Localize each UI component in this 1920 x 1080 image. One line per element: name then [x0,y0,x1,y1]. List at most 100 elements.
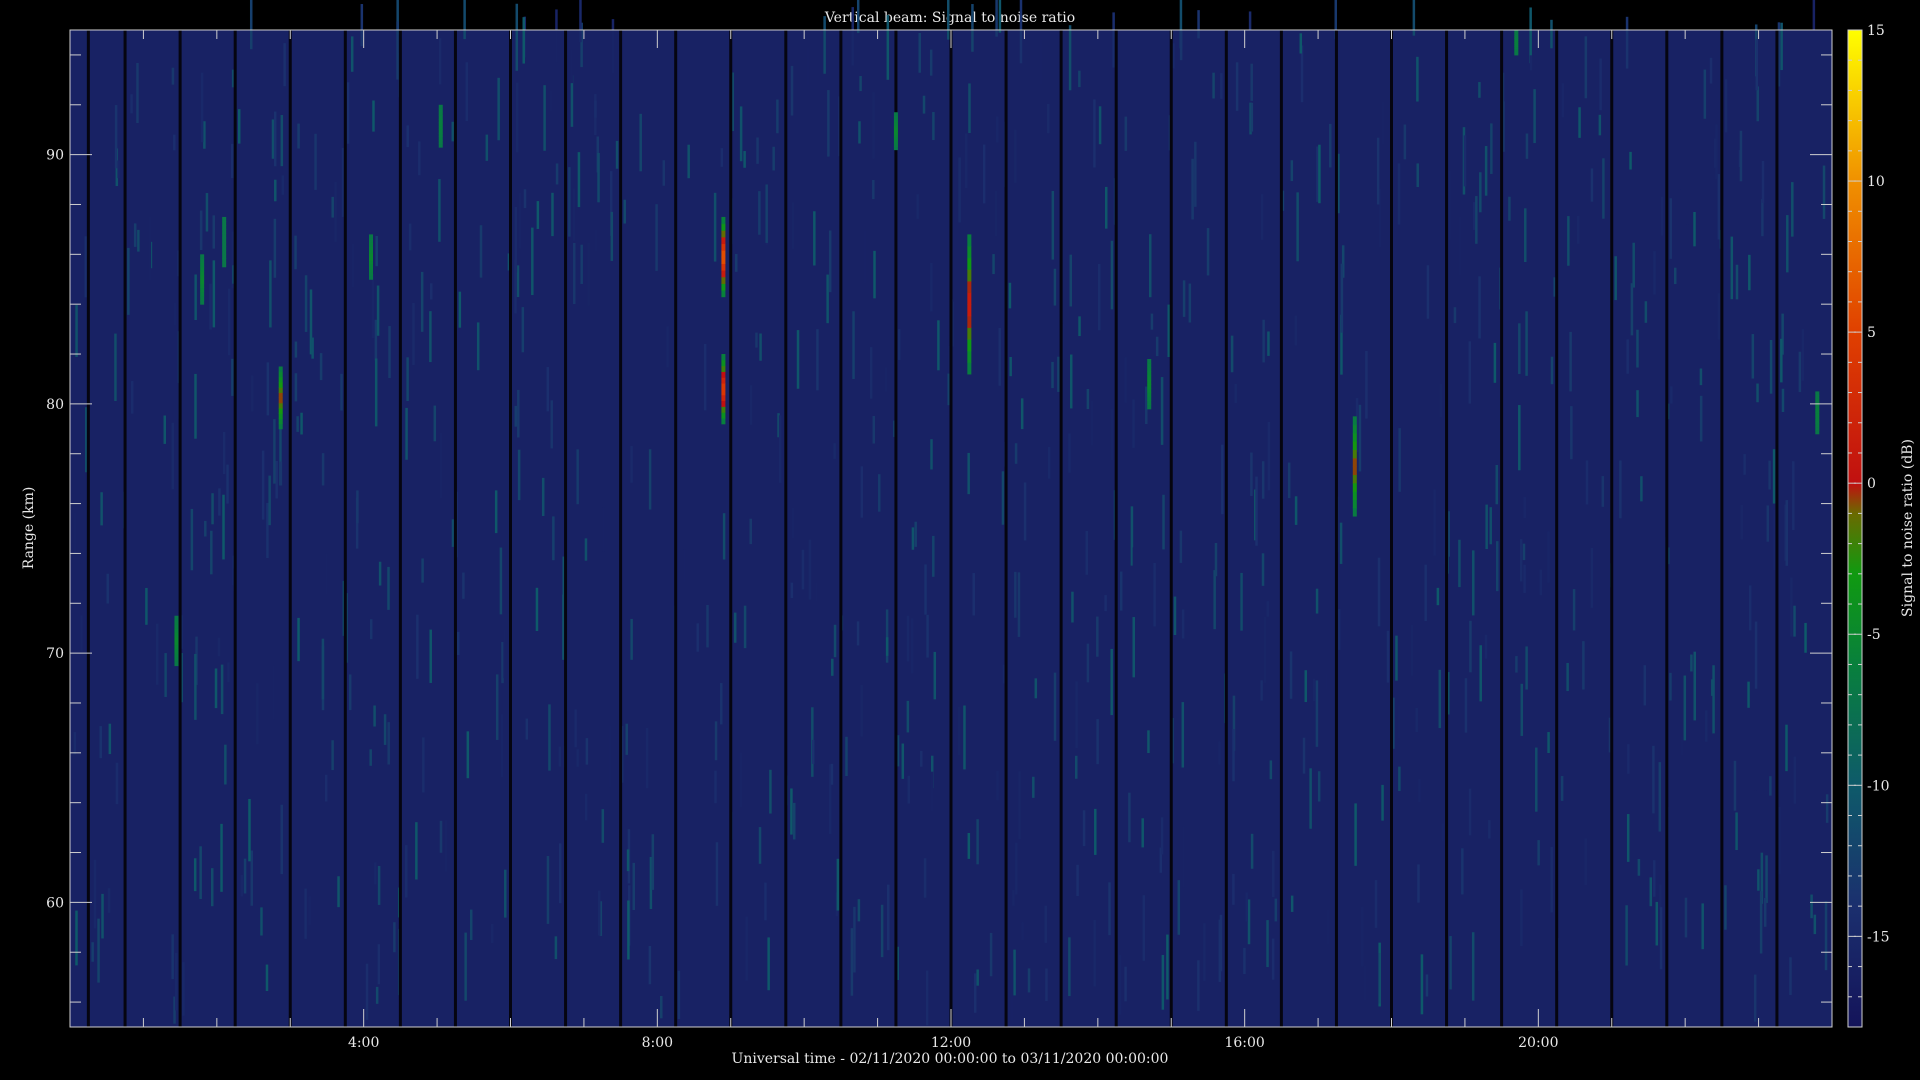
echo-cell [174,632,179,638]
noise-cell [1801,329,1805,381]
noise-cell [1076,864,1079,897]
noise-cell [755,332,758,348]
noise-cell [280,115,284,167]
echo-cell [1815,416,1820,421]
echo-cell [200,275,205,280]
noise-cell [851,7,854,66]
echo-cell [200,266,205,272]
noise-cell [971,4,974,52]
noise-cell [1263,616,1267,683]
noise-cell [863,230,867,284]
noise-cell [833,624,837,658]
noise-cell [1212,72,1215,99]
noise-cell [237,109,241,144]
echo-cell [721,400,726,407]
noise-cell [1550,356,1554,385]
noise-cell [523,189,527,209]
noise-cell [406,125,409,148]
noise-cell [857,899,861,922]
echo-cell [967,292,972,305]
noise-cell [1525,133,1529,159]
echo-cell [893,130,898,135]
noise-cell [546,856,550,924]
echo-cell [369,253,374,258]
noise-cell [615,140,619,169]
noise-cell [240,874,244,897]
noise-cell [1626,339,1629,374]
echo-mark [967,234,972,375]
noise-cell [715,842,719,906]
noise-cell [1012,890,1015,906]
noise-cell [1017,572,1021,637]
noise-cell [703,343,707,411]
echo-cell [1352,466,1357,475]
echo-cell [893,137,898,141]
echo-cell [200,270,205,276]
noise-cell [164,653,167,697]
noise-cell [1018,771,1021,839]
noise-cell [1398,428,1401,492]
data-gap-line [1445,30,1449,1027]
noise-cell [858,121,861,144]
noise-cell [1266,601,1270,617]
noise-cell [148,216,152,281]
noise-cell [1441,823,1444,841]
echo-cell [1147,359,1152,364]
noise-cell [194,653,197,720]
noise-cell [211,868,214,907]
noise-cell [1640,476,1643,502]
noise-cell [594,229,598,252]
noise-cell [374,862,377,885]
noise-cell [1177,880,1181,935]
noise-cell [1112,12,1115,68]
noise-cell [1769,339,1773,394]
echo-cell [721,354,726,361]
noise-cell [1478,276,1481,339]
echo-cell [174,653,179,658]
echo-mark [721,354,726,425]
echo-cell [369,264,374,269]
noise-cell [324,774,328,802]
noise-cell [796,330,800,389]
echo-cell [1815,430,1820,435]
noise-cell [1132,399,1135,448]
noise-cell [1643,665,1647,706]
echo-cell [222,229,227,235]
y-tick-label: 80 [46,397,64,413]
echo-cell [222,237,227,243]
echo-mark [1514,30,1519,56]
noise-cell [1523,564,1526,593]
noise-cell [706,604,709,648]
noise-cell [906,700,910,733]
noise-cell [539,564,543,613]
data-gap-line [1279,30,1283,1027]
noise-cell [739,106,743,162]
echo-cell [369,234,374,239]
noise-cell [1550,19,1553,49]
noise-cell [516,265,520,298]
noise-cell [1525,311,1528,376]
noise-cell [884,367,888,392]
noise-cell [1713,138,1717,168]
noise-cell [1791,182,1794,237]
noise-cell [1661,492,1665,521]
echo-cell [721,230,726,238]
noise-cell [639,113,642,172]
noise-cell [645,727,649,789]
noise-cell [577,152,581,208]
noise-cell [1653,251,1656,295]
noise-cell [687,144,690,179]
noise-cell [1793,756,1797,804]
noise-cell [1094,808,1097,855]
echo-cell [200,262,205,268]
noise-cell [174,952,178,1011]
echo-cell [200,254,205,259]
noise-cell [405,407,408,460]
noise-cell [1023,482,1027,541]
noise-cell [1019,0,1023,64]
noise-cell [444,820,448,872]
noise-cell [1403,124,1407,160]
noise-cell [1724,885,1727,930]
heatmap-plot [70,0,1832,1027]
noise-cell [1472,202,1476,230]
